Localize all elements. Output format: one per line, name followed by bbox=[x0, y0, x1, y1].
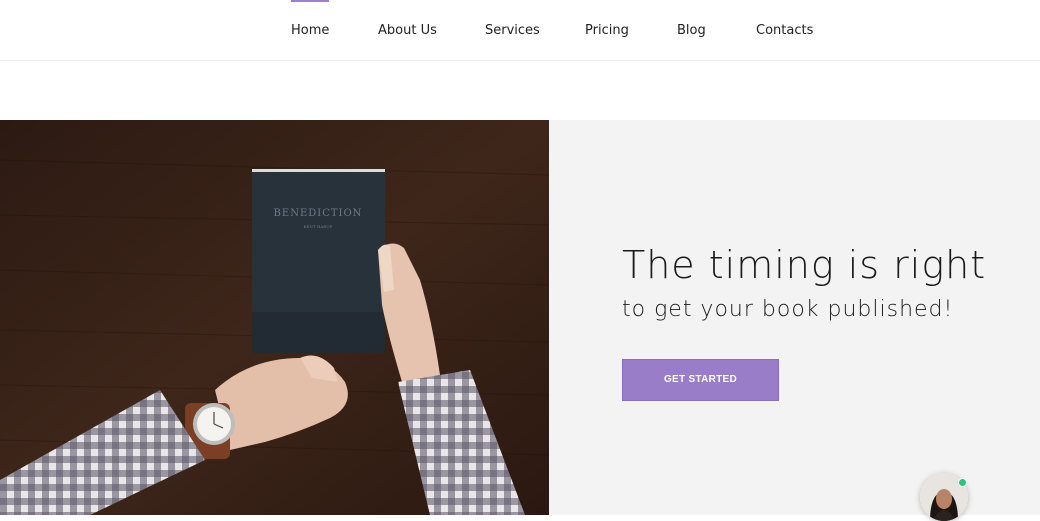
nav-item-label: Home bbox=[291, 23, 330, 38]
nav-item-pricing[interactable]: Pricing bbox=[585, 0, 629, 61]
hero-subtitle: to get your book published! bbox=[622, 297, 954, 322]
nav-item-label: Blog bbox=[677, 23, 706, 38]
get-started-button[interactable]: GET STARTED bbox=[622, 359, 779, 401]
hero-section: BENEDICTION KENT HARUF The timing is rig… bbox=[0, 120, 1040, 515]
book-title-text: BENEDICTION bbox=[274, 208, 363, 219]
hero-text-panel: The timing is right to get your book pub… bbox=[549, 120, 1040, 515]
nav-item-label: Pricing bbox=[585, 23, 629, 38]
nav-item-blog[interactable]: Blog bbox=[677, 0, 706, 61]
nav-item-label: About Us bbox=[378, 23, 437, 38]
nav-item-services[interactable]: Services bbox=[485, 0, 540, 61]
nav-item-contacts[interactable]: Contacts bbox=[756, 0, 813, 61]
hero-photo: BENEDICTION KENT HARUF bbox=[0, 120, 549, 515]
nav-item-label: Services bbox=[485, 23, 540, 38]
nav-item-label: Contacts bbox=[756, 23, 814, 38]
active-indicator bbox=[291, 0, 330, 2]
top-navigation: Home About Us Services Pricing Blog Cont… bbox=[0, 0, 1040, 61]
book-author-text: KENT HARUF bbox=[304, 224, 333, 229]
nav-item-home[interactable]: Home bbox=[291, 0, 330, 61]
nav-item-about-us[interactable]: About Us bbox=[378, 0, 437, 61]
hero-title: The timing is right bbox=[622, 243, 987, 287]
online-status-indicator bbox=[958, 478, 967, 487]
